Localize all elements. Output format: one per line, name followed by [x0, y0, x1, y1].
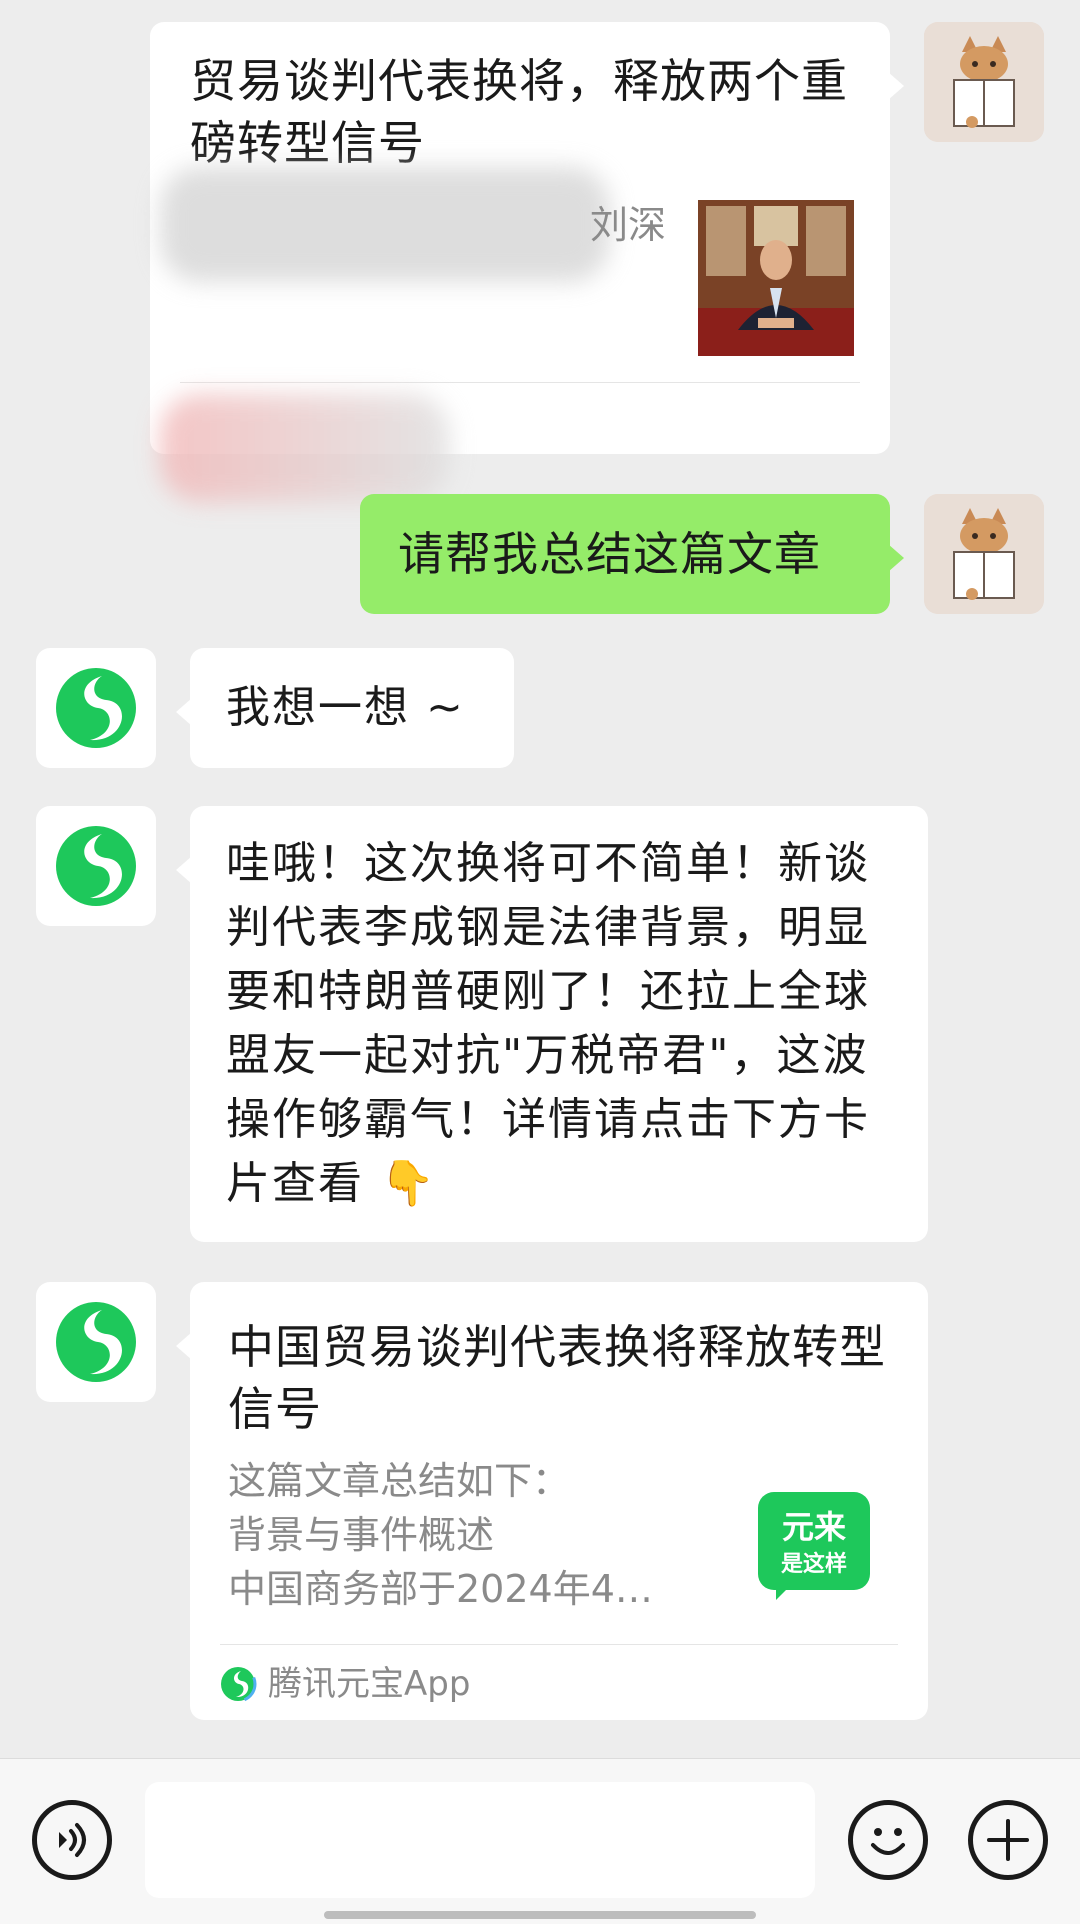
card-source-label: 腾讯元宝App — [268, 1664, 471, 1704]
article-thumbnail — [698, 200, 854, 356]
yuanbao-logo-icon — [56, 826, 136, 906]
summary-line-3: 中国商务部于2024年4… — [228, 1567, 653, 1611]
thumb-text-2: 是这样 — [780, 1552, 847, 1577]
home-indicator[interactable] — [324, 1911, 756, 1919]
shared-article-card[interactable]: 贸易谈判代表换将，释放两个重磅转型信号 刘深 — [150, 22, 904, 502]
summary-card[interactable]: 中国贸易谈判代表换将释放转型信号 这篇文章总结如下： 背景与事件概述 中国商务部… — [176, 1282, 928, 1720]
emoji-button[interactable] — [848, 1800, 928, 1880]
yuanbao-avatar[interactable] — [36, 806, 156, 926]
voice-button[interactable] — [32, 1800, 112, 1880]
summary-line-2: 背景与事件概述 — [228, 1513, 495, 1557]
summary-card-title: 中国贸易谈判代表换将释放转型信号 — [228, 1320, 886, 1436]
user-request-text: 请帮我总结这篇文章 — [398, 527, 821, 581]
yuanbao-avatar[interactable] — [36, 1282, 156, 1402]
summary-thumbnail: 元来 是这样 — [758, 1492, 870, 1600]
bot-reply-text: 哇哦！这次换将可不简单！新谈判代表李成钢是法律背景，明显要和特朗普硬刚了！还拉上… — [226, 838, 870, 1209]
card-divider — [220, 1644, 898, 1645]
bot-thinking-text: 我想一想 ~ — [226, 682, 465, 733]
plus-button[interactable] — [968, 1800, 1048, 1880]
emoji-icon — [871, 1828, 905, 1855]
bot-reply-bubble: 哇哦！这次换将可不简单！新谈判代表李成钢是法律背景，明显要和特朗普硬刚了！还拉上… — [176, 806, 928, 1242]
thumb-text-1: 元来 — [781, 1508, 846, 1546]
cat-avatar-icon — [924, 494, 1044, 614]
user-request-bubble[interactable]: 请帮我总结这篇文章 — [360, 494, 904, 614]
yuanbao-avatar[interactable] — [36, 648, 156, 768]
blurred-footer — [160, 394, 450, 502]
card-divider — [180, 382, 860, 383]
yuanbao-logo-icon — [56, 668, 136, 748]
cat-avatar-icon — [924, 22, 1044, 142]
plus-icon — [987, 1819, 1029, 1861]
blurred-subtitle — [160, 167, 610, 282]
thumb-tail — [776, 1586, 790, 1600]
message-input[interactable] — [145, 1782, 815, 1898]
bot-thinking-bubble: 我想一想 ~ — [176, 648, 514, 768]
voice-icon — [59, 1823, 86, 1857]
summary-line-1: 这篇文章总结如下： — [228, 1459, 571, 1503]
yuanbao-logo-icon — [56, 1302, 136, 1382]
article-subtitle-partial: 刘深 — [590, 203, 667, 247]
yuanbao-source-icon — [219, 1665, 257, 1703]
user-avatar[interactable] — [924, 22, 1044, 142]
user-avatar[interactable] — [924, 494, 1044, 614]
article-title: 贸易谈判代表换将，释放两个重磅转型信号 — [190, 54, 848, 170]
